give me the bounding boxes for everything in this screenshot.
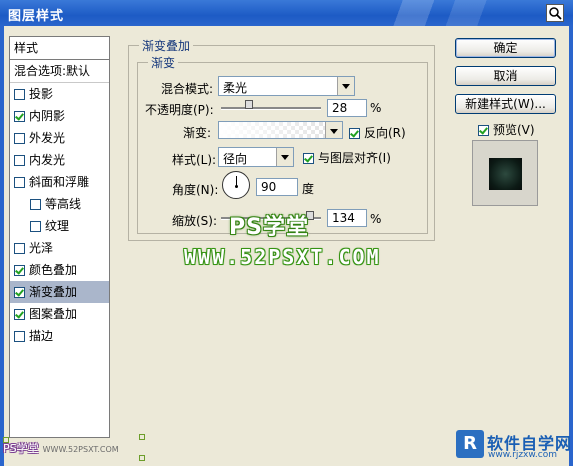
style-item-label: 颜色叠加 (29, 263, 78, 277)
style-item[interactable]: 内发光 (10, 149, 109, 171)
angle-input[interactable]: 90 (256, 178, 298, 196)
opacity-unit: % (370, 101, 382, 115)
style-preview-thumbnail (472, 140, 538, 206)
checkbox-unchecked-icon[interactable] (30, 221, 41, 232)
blend-options-item[interactable]: 混合选项:默认 (10, 60, 109, 83)
brand-logo-icon: R (456, 430, 484, 458)
brand-url: www.rjzxw.com (488, 450, 557, 460)
reverse-check-icon (349, 128, 360, 139)
gradient-overlay-title: 渐变叠加 (139, 37, 194, 54)
align-check-icon (303, 153, 314, 164)
style-item-label: 描边 (29, 329, 54, 343)
gradient-subsection-title: 渐变 (148, 54, 179, 71)
style-item[interactable]: 等高线 (10, 193, 109, 215)
gradient-preview-field[interactable] (218, 121, 328, 139)
checkbox-unchecked-icon[interactable] (14, 243, 25, 254)
watermark-title: PS学堂 (229, 215, 309, 240)
watermark-url: WWW.52PSXT.COM (184, 245, 381, 269)
cancel-button[interactable]: 取消 (455, 66, 556, 86)
style-item[interactable]: 光泽 (10, 237, 109, 259)
style-value: 径向 (223, 152, 248, 166)
style-item-label: 内阴影 (29, 109, 66, 123)
blend-mode-label: 混合模式: (161, 82, 214, 96)
watermark-bottom-left-url: WWW.52PSXT.COM (42, 445, 119, 454)
blend-mode-select[interactable]: 柔光 (218, 76, 355, 96)
angle-label: 角度(N): (172, 183, 219, 197)
close-button[interactable] (546, 4, 564, 22)
style-item[interactable]: 描边 (10, 325, 109, 347)
style-item[interactable]: 颜色叠加 (10, 259, 109, 281)
gradient-label: 渐变: (183, 126, 212, 140)
style-item[interactable]: 投影 (10, 83, 109, 105)
checkbox-checked-icon[interactable] (14, 265, 25, 276)
styles-list-panel: 样式 混合选项:默认 投影内阴影外发光内发光斜面和浮雕等高线纹理光泽颜色叠加渐变… (9, 36, 110, 438)
preview-checkbox[interactable]: 预览(V) (478, 121, 535, 138)
style-item[interactable]: 纹理 (10, 215, 109, 237)
checkbox-unchecked-icon[interactable] (14, 155, 25, 166)
reverse-label: 反向(R) (364, 126, 406, 140)
corner-mark (139, 455, 145, 461)
preview-swatch (489, 158, 522, 190)
style-item[interactable]: 斜面和浮雕 (10, 171, 109, 193)
title-bar: 图层样式 (0, 0, 573, 26)
gradient-picker-dropdown[interactable] (325, 121, 343, 139)
new-style-button[interactable]: 新建样式(W)... (455, 94, 556, 114)
style-item[interactable]: 图案叠加 (10, 303, 109, 325)
style-select[interactable]: 径向 (218, 147, 294, 167)
chevron-down-icon (337, 77, 354, 95)
chevron-down-icon (276, 148, 293, 166)
style-item[interactable]: 渐变叠加 (10, 281, 109, 303)
align-with-layer-checkbox[interactable]: 与图层对齐(I) (303, 149, 391, 166)
style-item[interactable]: 外发光 (10, 127, 109, 149)
window-border-right (569, 26, 573, 466)
preview-check-icon (478, 125, 489, 136)
site-brand: R 软件自学网 www.rjzxw.com (456, 428, 571, 464)
windows-logo-decoration (340, 0, 540, 26)
opacity-slider-track[interactable] (221, 107, 321, 110)
ok-button[interactable]: 确定 (455, 38, 556, 58)
scale-unit: % (370, 212, 382, 226)
angle-unit: 度 (302, 182, 315, 196)
style-item-label: 光泽 (29, 241, 54, 255)
window-title: 图层样式 (8, 9, 65, 24)
checkbox-checked-icon[interactable] (14, 309, 25, 320)
checkbox-unchecked-icon[interactable] (14, 177, 25, 188)
style-item-label: 纹理 (45, 219, 70, 233)
style-item-label: 斜面和浮雕 (29, 175, 90, 189)
watermark-bottom-left-title: PS学堂 (3, 442, 39, 455)
align-label: 与图层对齐(I) (318, 151, 391, 165)
chevron-down-icon (325, 122, 342, 138)
opacity-slider-thumb[interactable] (245, 100, 253, 109)
watermark-bottom-left: PS学堂 WWW.52PSXT.COM (3, 440, 119, 456)
opacity-label: 不透明度(P): (145, 103, 214, 117)
styles-header[interactable]: 样式 (10, 37, 109, 60)
style-item-label: 内发光 (29, 153, 66, 167)
style-item-label: 等高线 (45, 197, 82, 211)
close-icon (549, 7, 562, 20)
style-item-label: 渐变叠加 (29, 285, 78, 299)
reverse-checkbox[interactable]: 反向(R) (349, 124, 406, 141)
opacity-input[interactable]: 28 (327, 99, 367, 117)
checkbox-checked-icon[interactable] (14, 111, 25, 122)
checkbox-checked-icon[interactable] (14, 287, 25, 298)
blend-mode-value: 柔光 (223, 81, 248, 95)
checkbox-unchecked-icon[interactable] (30, 199, 41, 210)
style-label: 样式(L): (172, 153, 217, 167)
scale-input[interactable]: 134 (327, 209, 367, 227)
checkbox-unchecked-icon[interactable] (14, 331, 25, 342)
scale-label: 缩放(S): (172, 214, 218, 228)
checkbox-unchecked-icon[interactable] (14, 133, 25, 144)
angle-dial[interactable] (222, 171, 250, 199)
checkbox-unchecked-icon[interactable] (14, 89, 25, 100)
corner-mark (139, 434, 145, 440)
style-item-label: 投影 (29, 87, 54, 101)
window-border-left (0, 26, 4, 466)
style-item[interactable]: 内阴影 (10, 105, 109, 127)
style-item-label: 图案叠加 (29, 307, 78, 321)
preview-label: 预览(V) (493, 123, 535, 137)
style-item-label: 外发光 (29, 131, 66, 145)
